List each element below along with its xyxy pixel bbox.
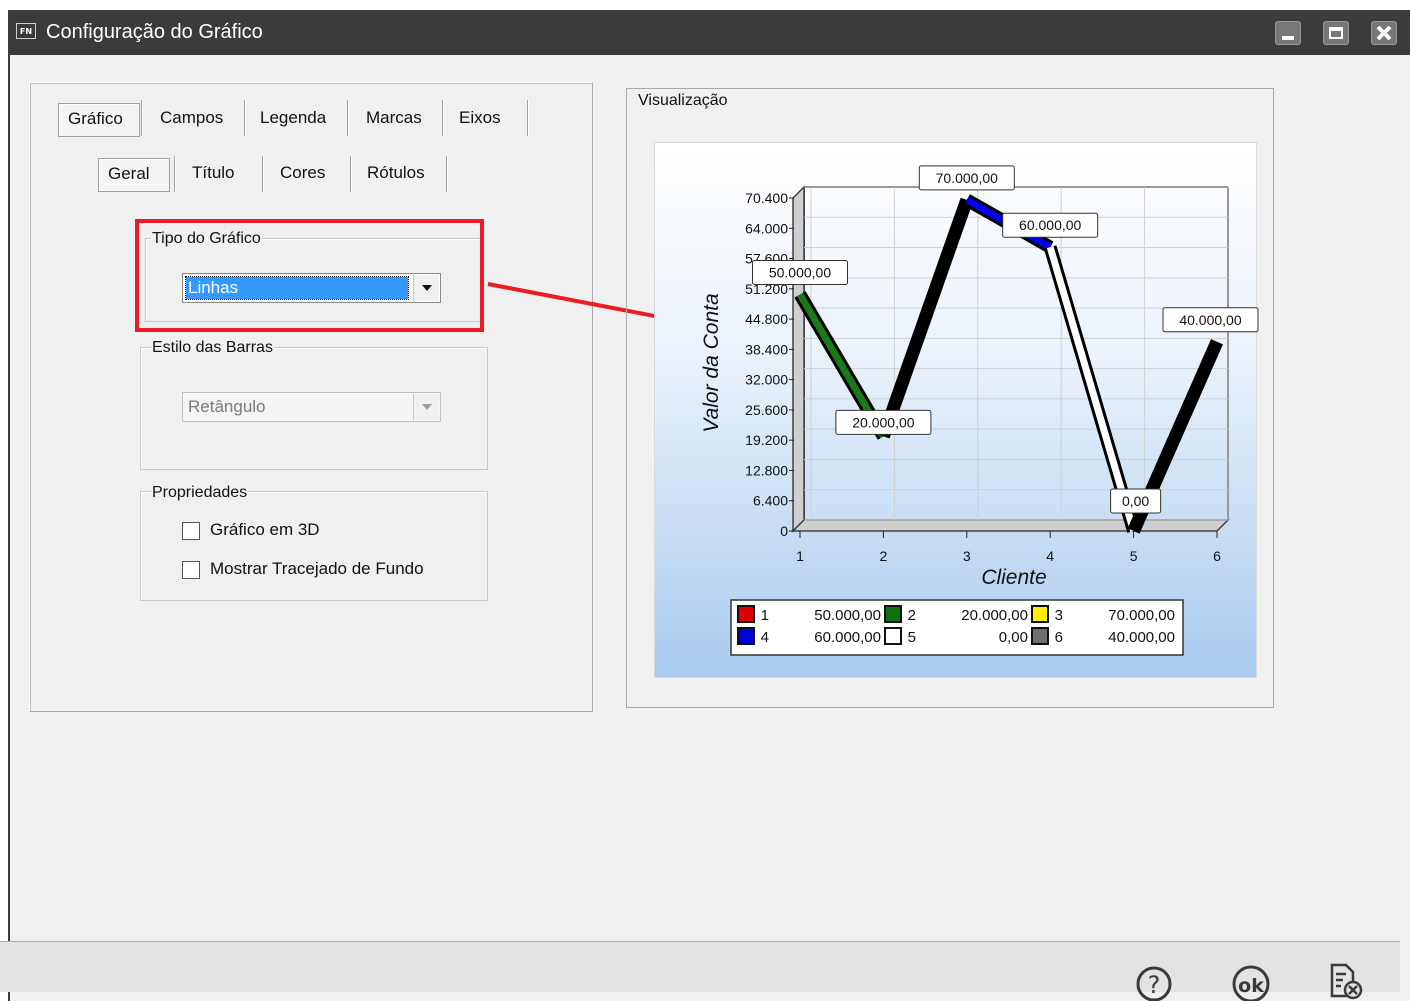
minimize-button[interactable] bbox=[1275, 21, 1301, 45]
tab-campos[interactable]: Campos bbox=[158, 103, 225, 135]
tab-grafico[interactable]: Gráfico bbox=[58, 103, 140, 137]
bottom-toolbar bbox=[0, 941, 1400, 992]
visualizacao-label: Visualização bbox=[637, 92, 729, 110]
grafico-3d-checkbox[interactable] bbox=[182, 522, 200, 540]
window-title: Configuração do Gráfico bbox=[46, 21, 263, 43]
tracejado-fundo-checkbox[interactable] bbox=[182, 561, 200, 579]
chevron-down-icon[interactable] bbox=[413, 394, 439, 420]
tab-marcas[interactable]: Marcas bbox=[364, 103, 424, 135]
ok-icon: ok bbox=[1232, 965, 1270, 1001]
tab-geral[interactable]: Geral bbox=[98, 158, 170, 192]
estilo-barras-select[interactable]: Retângulo bbox=[182, 392, 441, 422]
propriedades-label: Propriedades bbox=[151, 484, 249, 502]
tab-rotulos[interactable]: Rótulos bbox=[365, 158, 427, 190]
cancel-button[interactable] bbox=[1328, 962, 1366, 1001]
estilo-barras-value: Retângulo bbox=[188, 397, 266, 416]
chart-area bbox=[654, 142, 1257, 678]
tab-legenda[interactable]: Legenda bbox=[258, 103, 328, 135]
help-icon: ? bbox=[1136, 966, 1172, 1001]
tab-cores[interactable]: Cores bbox=[278, 158, 327, 190]
tab-titulo[interactable]: Título bbox=[190, 158, 237, 190]
svg-text:ok: ok bbox=[1238, 975, 1264, 997]
tab-separator bbox=[446, 156, 447, 192]
ok-button[interactable]: ok bbox=[1230, 962, 1274, 1001]
maximize-icon bbox=[1329, 27, 1343, 39]
tab-separator bbox=[527, 100, 528, 136]
title-bar[interactable]: FN Configuração do Gráfico bbox=[10, 10, 1410, 55]
help-button[interactable]: ? bbox=[1134, 962, 1176, 1001]
tab-separator bbox=[141, 100, 142, 136]
estilo-barras-label: Estilo das Barras bbox=[151, 339, 274, 357]
tab-eixos[interactable]: Eixos bbox=[457, 103, 503, 135]
tab-separator bbox=[262, 156, 263, 192]
tab-separator bbox=[442, 100, 443, 136]
tracejado-fundo-label[interactable]: Mostrar Tracejado de Fundo bbox=[210, 559, 424, 579]
svg-text:?: ? bbox=[1148, 971, 1161, 999]
app-icon: FN bbox=[16, 23, 36, 39]
tab-separator bbox=[244, 100, 245, 136]
propriedades-group bbox=[140, 491, 488, 601]
grafico-3d-label[interactable]: Gráfico em 3D bbox=[210, 520, 320, 540]
tab-label: Geral bbox=[108, 164, 150, 183]
tab-label: Gráfico bbox=[68, 109, 123, 128]
cancel-document-icon bbox=[1330, 963, 1363, 1000]
tab-separator bbox=[347, 100, 348, 136]
maximize-button[interactable] bbox=[1323, 21, 1349, 45]
close-button[interactable] bbox=[1371, 21, 1397, 45]
tab-separator bbox=[174, 156, 175, 192]
tab-separator bbox=[350, 156, 351, 192]
annotation-highlight-box bbox=[135, 219, 484, 332]
minimize-icon bbox=[1282, 36, 1294, 40]
close-icon bbox=[1376, 25, 1392, 41]
